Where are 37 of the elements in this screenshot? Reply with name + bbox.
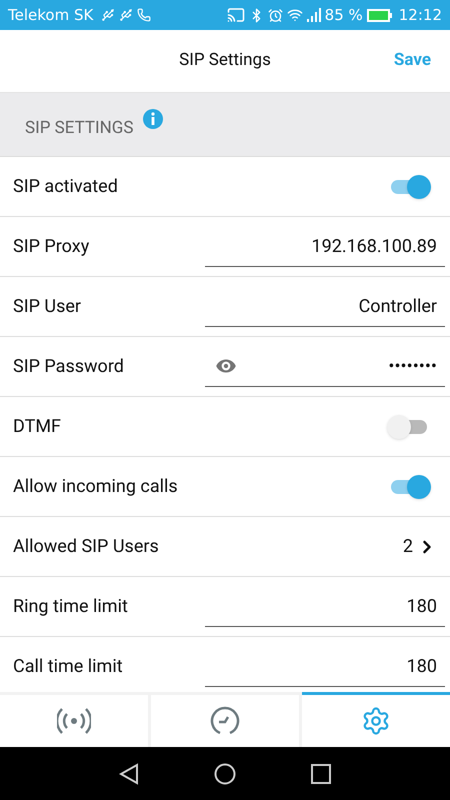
tab-button[interactable] bbox=[302, 692, 450, 747]
text-field[interactable]: 192.168.100.89 bbox=[205, 226, 445, 266]
setting-label: Ring time limit bbox=[13, 595, 128, 619]
allowed-users-link[interactable]: 2 bbox=[402, 533, 437, 560]
recents-icon[interactable] bbox=[311, 764, 331, 784]
setting-label: SIP User bbox=[13, 295, 82, 319]
clock-icon bbox=[210, 706, 240, 736]
signal-icon bbox=[306, 8, 323, 22]
password-value: •••••••• bbox=[387, 354, 437, 378]
broadcast-icon bbox=[57, 707, 91, 735]
setting-label: SIP Password bbox=[13, 355, 124, 379]
usb-icon bbox=[119, 8, 134, 22]
usb-icon bbox=[101, 8, 116, 22]
page-title: SIP Settings bbox=[179, 49, 271, 72]
battery-icon bbox=[366, 8, 393, 22]
battery-percent: 85 % bbox=[324, 4, 363, 26]
setting-label: DTMF bbox=[13, 415, 61, 439]
phone-icon bbox=[137, 8, 152, 22]
setting-label: SIP activated bbox=[13, 175, 118, 199]
setting-label: Allowed SIP Users bbox=[13, 535, 159, 559]
password-field[interactable]: •••••••• bbox=[205, 346, 445, 386]
setting-label: Call time limit bbox=[13, 655, 123, 679]
setting-label: Allow incoming calls bbox=[13, 475, 178, 499]
info-icon[interactable] bbox=[143, 108, 164, 128]
text-field[interactable]: Controller bbox=[205, 286, 445, 326]
carrier-name: Telekom SK bbox=[8, 4, 94, 26]
setting-label: SIP Proxy bbox=[13, 235, 90, 259]
settings-icon bbox=[361, 706, 391, 736]
text-field[interactable]: 180 bbox=[205, 646, 445, 686]
cast-icon bbox=[226, 6, 245, 24]
text-field[interactable]: 180 bbox=[205, 586, 445, 626]
clock-time: 12:12 bbox=[398, 4, 442, 26]
home-icon[interactable] bbox=[214, 762, 236, 784]
section-title: SIP SETTINGS bbox=[25, 116, 134, 140]
alarm-icon bbox=[268, 8, 283, 22]
wifi-icon bbox=[286, 7, 303, 23]
back-icon[interactable] bbox=[119, 762, 139, 784]
